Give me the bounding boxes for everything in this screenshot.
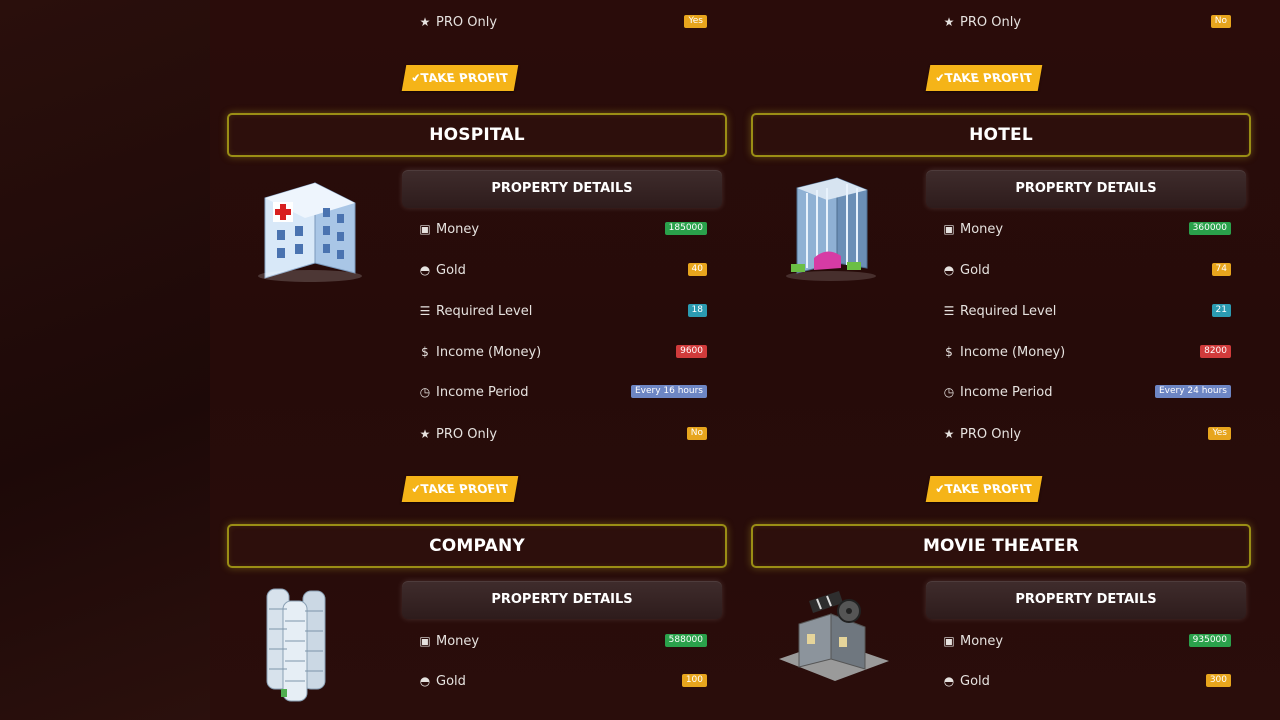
money-icon: ▣: [943, 222, 955, 236]
property-details-header: PROPERTY DETAILS: [926, 581, 1246, 619]
pro-only-value: Yes: [684, 15, 707, 28]
gold-icon: ◓: [943, 674, 955, 688]
income-money-row: $ Income (Money) 9600: [417, 342, 707, 362]
gold-icon: ◓: [419, 263, 431, 277]
required-level-row: ☰ Required Level 18: [417, 301, 707, 321]
star-icon: ★: [419, 15, 431, 29]
required-level-row: ☰ Required Level 21: [941, 301, 1231, 321]
list-icon: ☰: [419, 304, 431, 318]
income-period-row: ◷ Income Period Every 16 hours: [417, 382, 707, 402]
money-row: ▣ Money 935000: [941, 631, 1231, 651]
movie-theater-icon: [769, 579, 889, 699]
income-money-value: 8200: [1200, 345, 1231, 358]
money-value: 360000: [1188, 222, 1231, 235]
required-level-value: 18: [687, 304, 707, 317]
property-card-hotel: HOTEL PROPERTY DETAILS ▣ Money 360000 ◓ …: [751, 113, 1251, 513]
property-list: ★ PRO Only Yes ★ PRO Only No ✔ TAKE PROFIT…: [210, 0, 1280, 720]
gold-row: ◓ Gold 74: [941, 260, 1231, 280]
star-icon: ★: [943, 427, 955, 441]
pro-only-row: ★ PRO Only Yes: [417, 12, 707, 32]
pro-only-row: ★ PRO Only No: [941, 12, 1231, 32]
property-details-header: PROPERTY DETAILS: [402, 170, 722, 208]
pro-only-value: No: [1210, 15, 1231, 28]
hospital-building-icon: [245, 168, 365, 288]
property-title: MOVIE THEATER: [751, 524, 1251, 568]
clock-icon: ◷: [419, 385, 431, 399]
gold-row: ◓ Gold 40: [417, 260, 707, 280]
list-icon: ☰: [943, 304, 955, 318]
income-period-value: Every 24 hours: [1154, 385, 1231, 398]
property-card-company: COMPANY PROPERTY DETAILS ▣Money 588000: [227, 524, 727, 720]
gold-row: ◓ Gold 100: [417, 671, 707, 691]
star-icon: ★: [943, 15, 955, 29]
take-profit-button[interactable]: ✔ TAKE PROFIT: [401, 476, 519, 502]
gold-value: 40: [687, 263, 707, 276]
property-details-header: PROPERTY DETAILS: [926, 170, 1246, 208]
money-row: ▣ Money 185000: [417, 219, 707, 239]
money-icon: ▣: [419, 634, 431, 648]
company-towers-icon: [245, 579, 365, 702]
pro-only-row: ★ PRO Only Yes: [941, 424, 1231, 444]
money-value: 185000: [664, 222, 707, 235]
gold-icon: ◓: [419, 674, 431, 688]
gold-value: 300: [1205, 674, 1231, 687]
income-period-value: Every 16 hours: [630, 385, 707, 398]
property-card-movie-theater: MOVIE THEATER PROPERTY DETAILS ▣ Money 93…: [751, 524, 1251, 720]
left-sidebar: [0, 0, 211, 720]
money-value: 935000: [1188, 634, 1231, 647]
take-profit-button[interactable]: ✔ TAKE PROFIT: [925, 476, 1043, 502]
pro-only-row: ★ PRO Only No: [417, 424, 707, 444]
gold-value: 74: [1211, 263, 1231, 276]
property-title: HOTEL: [751, 113, 1251, 157]
money-row: ▣ Money 360000: [941, 219, 1231, 239]
property-card-hospital: HOSPITAL PROPERTY DETAILS ▣ Money 185000…: [227, 113, 727, 513]
hotel-building-icon: [769, 168, 889, 288]
pro-only-value: No: [686, 427, 707, 440]
required-level-value: 21: [1211, 304, 1231, 317]
property-details-header: PROPERTY DETAILS: [402, 581, 722, 619]
take-profit-button[interactable]: ✔ TAKE PROFIT: [925, 65, 1043, 91]
income-money-value: 9600: [676, 345, 707, 358]
property-title: COMPANY: [227, 524, 727, 568]
money-value: 588000: [664, 634, 707, 647]
income-period-row: ◷ Income Period Every 24 hours: [941, 382, 1231, 402]
gold-row: ◓ Gold 300: [941, 671, 1231, 691]
money-icon: ▣: [419, 222, 431, 236]
property-title: HOSPITAL: [227, 113, 727, 157]
income-money-row: $ Income (Money) 8200: [941, 342, 1231, 362]
clock-icon: ◷: [943, 385, 955, 399]
money-icon: ▣: [943, 634, 955, 648]
money-row: ▣ Money 588000: [417, 631, 707, 651]
take-profit-button[interactable]: ✔ TAKE PROFIT: [401, 65, 519, 91]
pro-only-value: Yes: [1208, 427, 1231, 440]
star-icon: ★: [419, 427, 431, 441]
dollar-icon: $: [945, 345, 953, 359]
gold-icon: ◓: [943, 263, 955, 277]
gold-value: 100: [681, 674, 707, 687]
dollar-icon: $: [421, 345, 429, 359]
